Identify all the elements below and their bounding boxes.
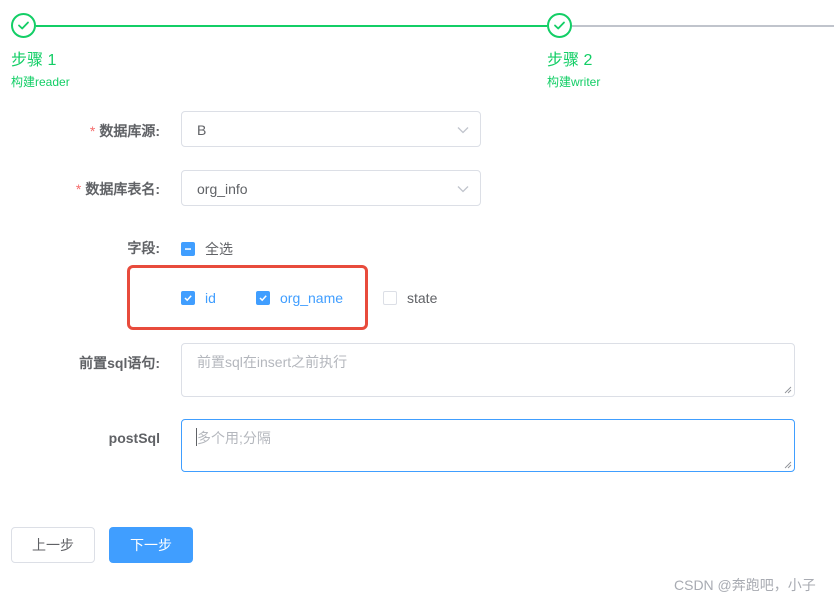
next-step-button[interactable]: 下一步 [109, 527, 193, 563]
field-label-state: state [407, 290, 438, 306]
post-sql-label: postSql [108, 430, 160, 446]
select-all-checkbox[interactable]: 全选 [181, 239, 233, 259]
field-label-id: id [205, 290, 216, 306]
fields-label: 字段: [127, 240, 160, 256]
watermark: CSDN @奔跑吧，小子 [674, 577, 816, 593]
datasource-select[interactable]: B [181, 111, 481, 147]
pre-sql-placeholder: 前置sql在insert之前执行 [197, 354, 348, 370]
table-value: org_info [197, 181, 248, 197]
field-label-org-name: org_name [280, 290, 344, 306]
chevron-down-icon [457, 186, 469, 193]
checkbox-checked-icon [256, 291, 270, 305]
post-sql-placeholder: 多个用;分隔 [197, 430, 271, 446]
step-2-check-icon [547, 13, 572, 38]
step-line-finished [36, 25, 547, 27]
field-checkbox-id[interactable]: id [181, 290, 216, 306]
step-2-title: 步骤 2 [547, 52, 593, 69]
prev-step-button[interactable]: 上一步 [11, 527, 95, 563]
steps-bar: 步骤 1 构建reader 步骤 2 构建writer [0, 0, 834, 100]
step-line-trailing [572, 25, 834, 27]
required-mark: * [75, 181, 82, 197]
datasource-label: * 数据库源: [89, 123, 160, 139]
field-checkbox-org-name[interactable]: org_name [256, 290, 343, 306]
pre-sql-textarea[interactable]: 前置sql在insert之前执行 [181, 343, 795, 397]
post-sql-textarea[interactable]: 多个用;分隔 [181, 419, 795, 472]
step-2-description: 构建writer [547, 75, 601, 89]
field-checkbox-state[interactable]: state [383, 290, 437, 306]
checkbox-checked-icon [181, 291, 195, 305]
indeterminate-icon [181, 242, 195, 256]
select-all-label: 全选 [205, 241, 233, 257]
pre-sql-label: 前置sql语句: [79, 355, 160, 371]
step-1-check-icon [11, 13, 36, 38]
chevron-down-icon [457, 127, 469, 134]
resize-handle-icon[interactable] [784, 461, 792, 469]
datasource-value: B [197, 122, 207, 138]
step-1-title: 步骤 1 [11, 52, 57, 69]
table-label: * 数据库表名: [75, 181, 160, 197]
table-select[interactable]: org_info [181, 170, 481, 206]
resize-handle-icon[interactable] [784, 386, 792, 394]
checkbox-unchecked-icon [383, 291, 397, 305]
step-1-description: 构建reader [11, 75, 70, 89]
required-mark: * [89, 123, 96, 139]
